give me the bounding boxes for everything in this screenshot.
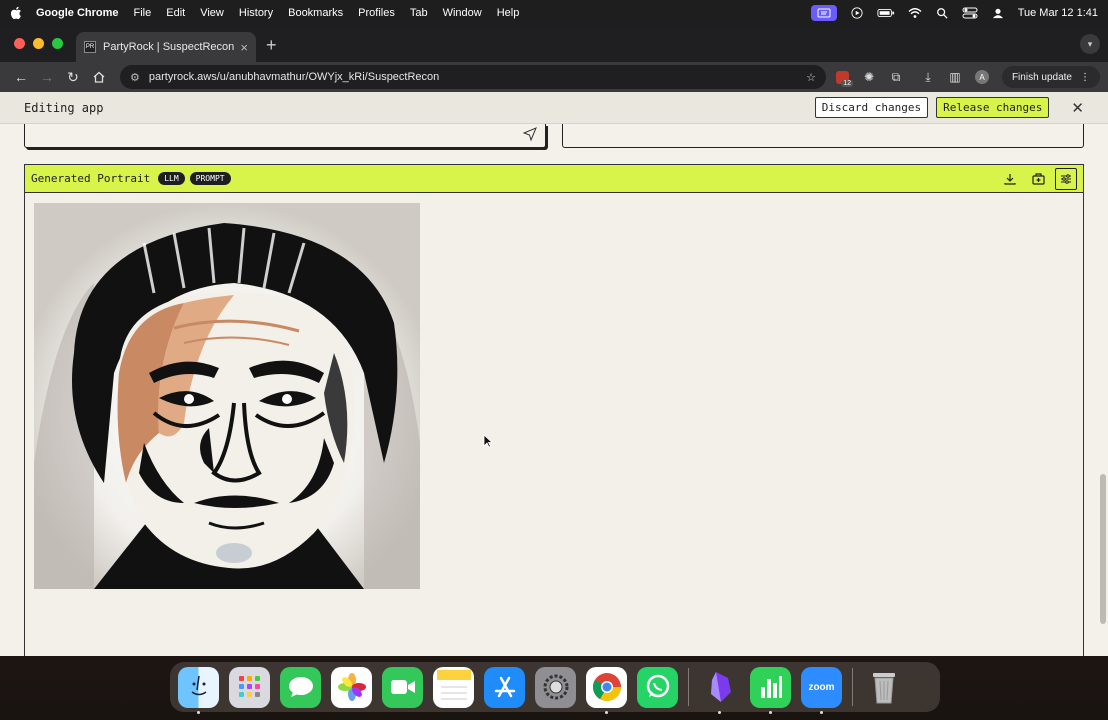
save-to-backpack-icon[interactable] bbox=[1027, 168, 1049, 190]
whatsapp-icon[interactable] bbox=[637, 666, 678, 708]
prompt-badge: PROMPT bbox=[189, 172, 231, 185]
send-icon[interactable] bbox=[522, 127, 537, 144]
generated-portrait-image[interactable] bbox=[34, 203, 420, 589]
page-scrollbar[interactable] bbox=[1100, 474, 1106, 624]
screen-mirroring-icon[interactable] bbox=[810, 5, 837, 21]
obsidian-icon[interactable] bbox=[699, 667, 740, 714]
new-tab-button[interactable]: + bbox=[266, 35, 277, 56]
zoom-icon[interactable]: zoom bbox=[801, 666, 842, 714]
bookmark-star-icon[interactable]: ☆ bbox=[806, 71, 816, 84]
back-button[interactable]: ← bbox=[8, 65, 34, 89]
finish-update-label: Finish update bbox=[1011, 71, 1072, 83]
apple-icon[interactable] bbox=[10, 6, 22, 20]
window-controls bbox=[14, 38, 63, 49]
menu-window[interactable]: Window bbox=[443, 7, 482, 19]
profile-initial: A bbox=[975, 70, 989, 84]
mouse-cursor-icon bbox=[483, 434, 493, 448]
previous-widget-right bbox=[562, 124, 1084, 148]
close-window-button[interactable] bbox=[14, 38, 25, 49]
cookie-extension-icon[interactable]: ✺ bbox=[858, 66, 880, 88]
tab-search-chevron-icon[interactable]: ▾ bbox=[1080, 34, 1100, 54]
discard-changes-button[interactable]: Discard changes bbox=[814, 97, 929, 118]
chrome-icon[interactable] bbox=[586, 666, 627, 714]
widget-title: Generated Portrait bbox=[31, 172, 151, 185]
menu-bookmarks[interactable]: Bookmarks bbox=[288, 7, 343, 19]
address-bar[interactable]: ⚙ partyrock.aws/u/anubhavmathur/OWYjx_kR… bbox=[120, 65, 826, 89]
widget-settings-icon[interactable] bbox=[1055, 167, 1077, 190]
zoom-label: zoom bbox=[808, 681, 835, 693]
previous-widget-left bbox=[24, 124, 546, 148]
finish-update-button[interactable]: Finish update ⋮ bbox=[1001, 66, 1100, 88]
facetime-icon[interactable] bbox=[382, 666, 423, 708]
zoom-window-button[interactable] bbox=[52, 38, 63, 49]
more-menu-icon: ⋮ bbox=[1080, 71, 1090, 83]
messages-icon[interactable] bbox=[280, 666, 321, 708]
user-icon[interactable] bbox=[991, 7, 1005, 19]
app-edit-header: Editing app Discard changes Release chan… bbox=[0, 92, 1108, 124]
running-indicator bbox=[769, 710, 772, 714]
partyrock-favicon-icon: PR bbox=[84, 41, 96, 53]
finder-icon[interactable] bbox=[178, 666, 219, 714]
site-settings-icon[interactable]: ⚙ bbox=[130, 71, 140, 84]
menu-view[interactable]: View bbox=[200, 7, 224, 19]
menu-edit[interactable]: Edit bbox=[166, 7, 185, 19]
profile-avatar[interactable]: A bbox=[971, 66, 993, 88]
spotlight-search-icon[interactable] bbox=[935, 7, 949, 19]
url-text[interactable]: partyrock.aws/u/anubhavmathur/OWYjx_kRi/… bbox=[149, 71, 439, 83]
browser-window: PR PartyRock | SuspectRecon × + ▾ ← → ↻ … bbox=[0, 26, 1108, 656]
app-store-icon[interactable] bbox=[484, 666, 525, 708]
home-button[interactable] bbox=[86, 65, 112, 89]
downloads-icon[interactable]: ⤓ bbox=[917, 66, 939, 88]
running-indicator bbox=[718, 710, 721, 714]
running-indicator bbox=[605, 710, 608, 714]
widget-header: Generated Portrait LLM PROMPT bbox=[25, 165, 1083, 193]
notes-icon[interactable] bbox=[433, 666, 474, 708]
macos-menubar: Google Chrome File Edit View History Boo… bbox=[0, 0, 1108, 26]
numbers-icon[interactable] bbox=[750, 666, 791, 714]
menubar-clock[interactable]: Tue Mar 12 1:41 bbox=[1018, 7, 1098, 19]
tab-strip: PR PartyRock | SuspectRecon × + ▾ bbox=[0, 26, 1108, 62]
forward-button[interactable]: → bbox=[34, 65, 60, 89]
launchpad-icon[interactable] bbox=[229, 666, 270, 708]
tab-title: PartyRock | SuspectRecon bbox=[103, 41, 235, 53]
menu-tab[interactable]: Tab bbox=[410, 7, 428, 19]
llm-badge: LLM bbox=[158, 172, 185, 185]
menu-history[interactable]: History bbox=[239, 7, 273, 19]
menubar-app-name[interactable]: Google Chrome bbox=[36, 7, 119, 19]
menu-help[interactable]: Help bbox=[497, 7, 520, 19]
browser-toolbar: ← → ↻ ⚙ partyrock.aws/u/anubhavmathur/OW… bbox=[0, 62, 1108, 92]
photos-icon[interactable] bbox=[331, 666, 372, 708]
editing-app-title: Editing app bbox=[24, 100, 104, 115]
app-canvas: Generated Portrait LLM PROMPT bbox=[0, 124, 1108, 656]
extensions-puzzle-icon[interactable]: ⧉ bbox=[885, 66, 907, 88]
extension-badge-icon[interactable]: 12 bbox=[831, 66, 853, 88]
battery-icon[interactable] bbox=[877, 7, 895, 19]
running-indicator bbox=[820, 710, 823, 714]
play-icon[interactable] bbox=[850, 7, 864, 19]
home-icon bbox=[93, 71, 105, 83]
minimize-window-button[interactable] bbox=[33, 38, 44, 49]
menu-profiles[interactable]: Profiles bbox=[358, 7, 395, 19]
reload-button[interactable]: ↻ bbox=[60, 65, 86, 89]
macos-dock: zoom bbox=[170, 662, 940, 714]
release-changes-button[interactable]: Release changes bbox=[936, 97, 1050, 118]
close-tab-icon[interactable]: × bbox=[240, 40, 248, 55]
running-indicator bbox=[197, 710, 200, 714]
menu-file[interactable]: File bbox=[134, 7, 152, 19]
download-icon[interactable] bbox=[999, 168, 1021, 190]
dock-separator bbox=[852, 668, 853, 706]
side-panel-icon[interactable]: ▥ bbox=[944, 66, 966, 88]
system-settings-icon[interactable] bbox=[535, 666, 576, 708]
tab-partyrock[interactable]: PR PartyRock | SuspectRecon × bbox=[76, 32, 256, 62]
trash-icon[interactable] bbox=[863, 667, 904, 708]
control-center-icon[interactable] bbox=[962, 7, 978, 19]
extension-badge-count: 12 bbox=[841, 80, 853, 87]
dock-separator bbox=[688, 668, 689, 706]
generated-portrait-widget: Generated Portrait LLM PROMPT bbox=[24, 164, 1084, 656]
close-editor-icon[interactable]: ✕ bbox=[1071, 99, 1084, 117]
wifi-icon[interactable] bbox=[908, 7, 922, 19]
